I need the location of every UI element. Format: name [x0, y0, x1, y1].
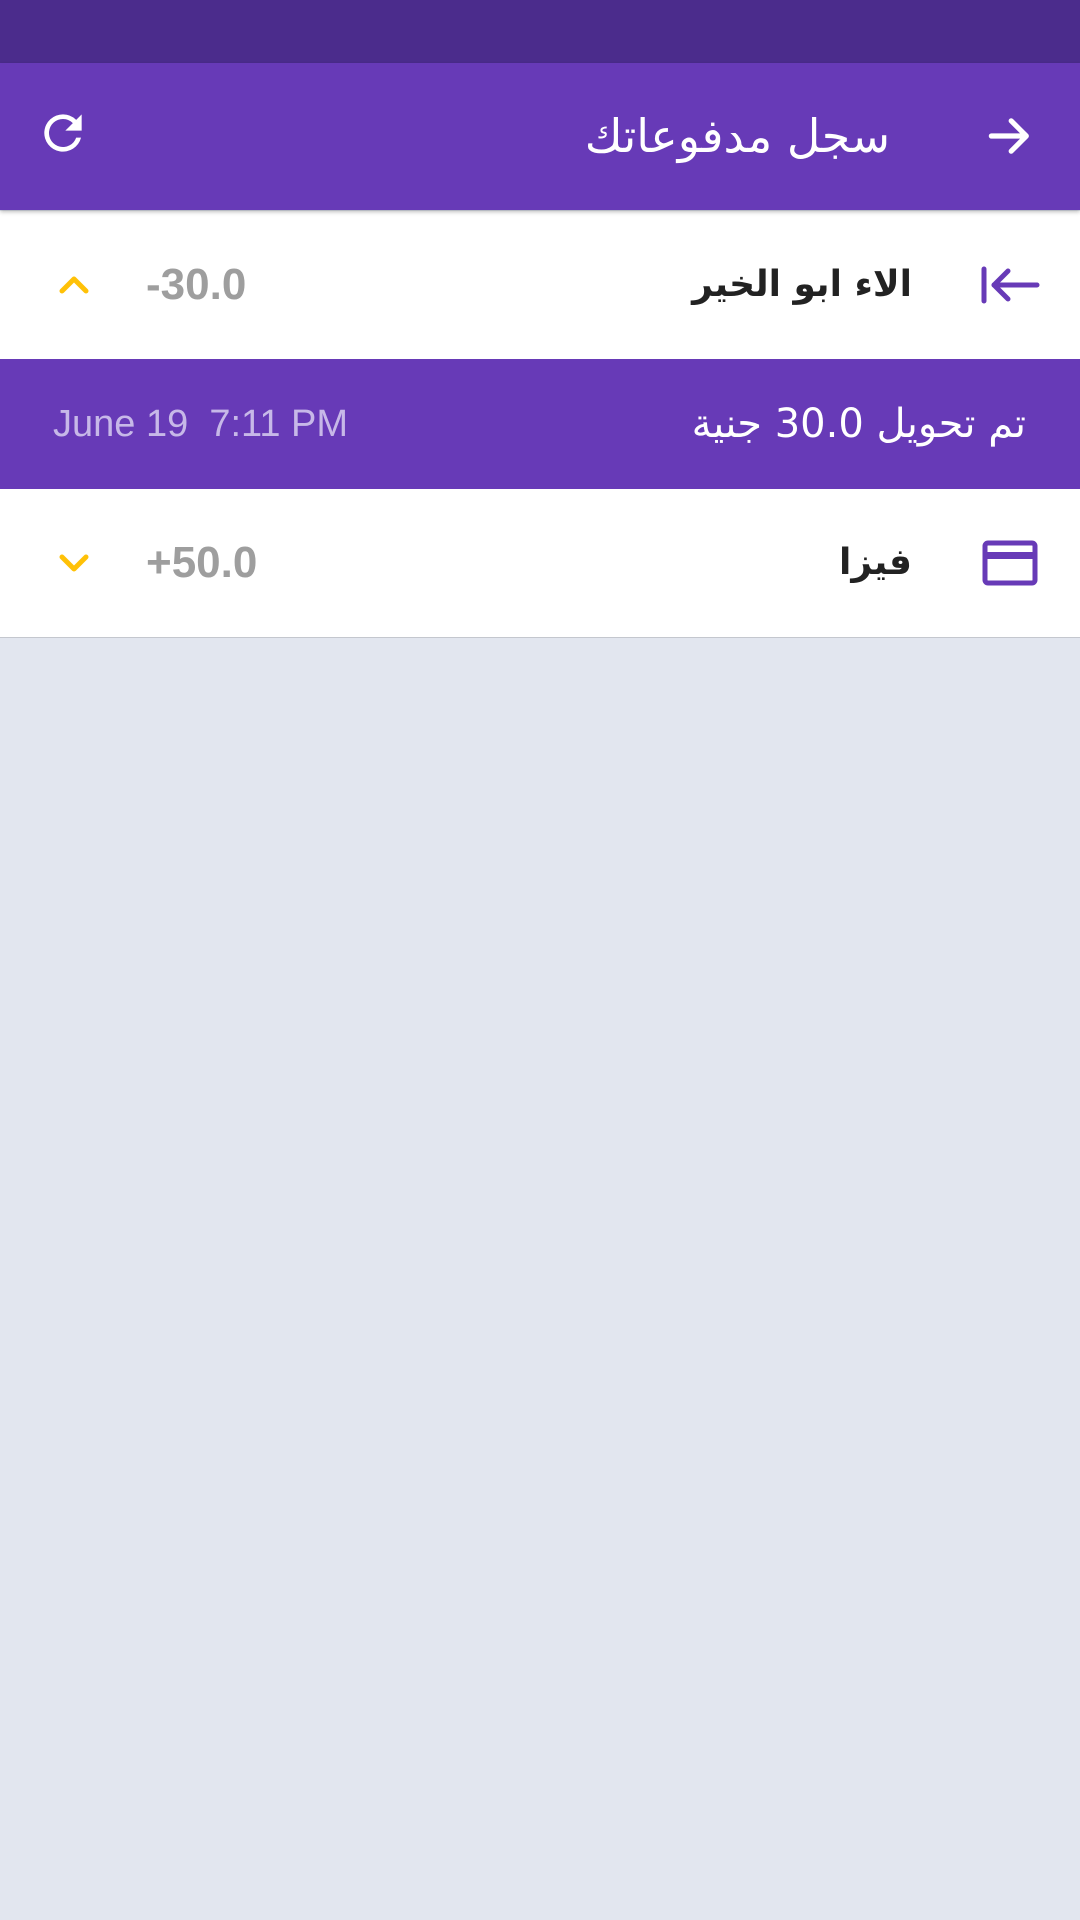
chevron-up-icon[interactable]	[50, 261, 98, 309]
detail-text: تم تحويل 30.0 جنية	[691, 401, 1026, 447]
timestamp: June 19 7:11 PM	[53, 403, 349, 445]
transaction-name: فيزا	[838, 542, 912, 583]
transaction-detail: تم تحويل 30.0 جنية June 19 7:11 PM	[0, 359, 1080, 489]
chevron-down-icon[interactable]	[50, 539, 98, 587]
transaction-row[interactable]: فيزا +50.0	[0, 489, 1080, 638]
refresh-button[interactable]	[33, 103, 93, 163]
empty-list-area	[0, 638, 1080, 1920]
arrow-right-icon	[988, 118, 1029, 154]
transaction-row[interactable]: الاء ابو الخير -30.0	[0, 211, 1080, 359]
transaction-amount: -30.0	[146, 260, 247, 309]
transaction-amount: +50.0	[146, 538, 258, 587]
page-title: سجل مدفوعاتك	[584, 109, 890, 163]
credit-card-icon	[980, 533, 1040, 593]
status-bar	[0, 0, 1080, 63]
transaction-name: الاء ابو الخير	[692, 264, 912, 305]
app-bar: سجل مدفوعاتك	[0, 63, 1080, 210]
refresh-icon	[44, 114, 82, 152]
transfer-out-icon	[980, 255, 1040, 315]
back-button[interactable]	[980, 106, 1040, 166]
